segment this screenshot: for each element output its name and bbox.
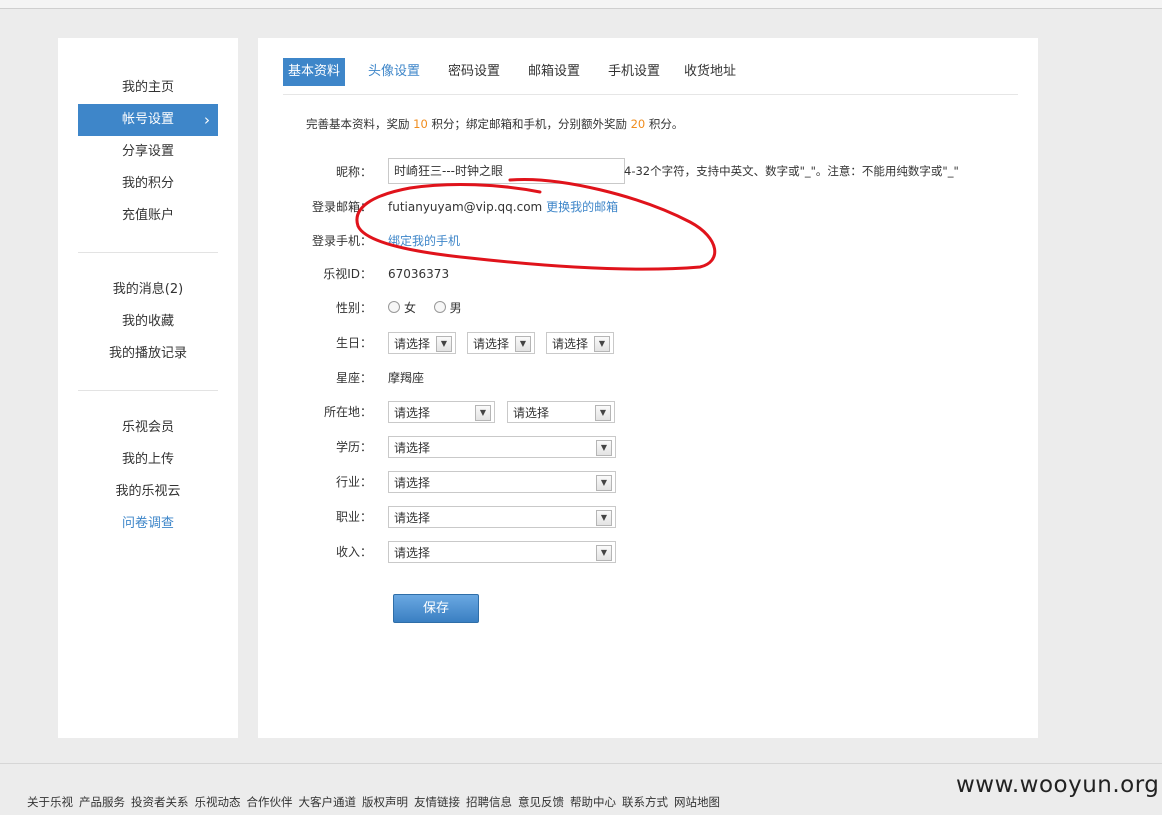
sidebar-item-points[interactable]: 我的积分 (78, 168, 218, 200)
footer-link[interactable]: 版权声明 (362, 795, 408, 809)
bind-phone-link[interactable]: 绑定我的手机 (388, 227, 460, 255)
id-row: 乐视ID： 67036373 (258, 260, 1038, 288)
industry-select[interactable]: 请选择 ▼ (388, 471, 616, 493)
footer-link[interactable]: 投资者关系 (131, 795, 189, 809)
phone-label: 登录手机： (311, 234, 372, 248)
chevron-down-icon: ▼ (515, 336, 531, 352)
chevron-down-icon: ▼ (595, 405, 611, 421)
email-label: 登录邮箱： (311, 200, 372, 214)
footer-divider (0, 763, 1162, 764)
industry-label: 行业： (335, 475, 372, 489)
change-email-link[interactable]: 更换我的邮箱 (546, 200, 618, 214)
footer-link[interactable]: 帮助中心 (570, 795, 616, 809)
top-bar (0, 0, 1162, 9)
sidebar-item-membership[interactable]: 乐视会员 (78, 412, 218, 444)
sidebar-item-account-settings[interactable]: 帐号设置 › (78, 104, 218, 136)
occupation-select[interactable]: 请选择 ▼ (388, 506, 616, 528)
reward-points: 10 (413, 117, 428, 131)
footer-link[interactable]: 合作伙伴 (247, 795, 293, 809)
sidebar: 我的主页 帐号设置 › 分享设置 我的积分 充值账户 我的消息(2) 我的收藏 … (58, 38, 238, 738)
tab-basic-info[interactable]: 基本资料 (283, 58, 346, 86)
reward-notice: 完善基本资料，奖励 10 积分；绑定邮箱和手机，分别额外奖励 20 积分。 (306, 117, 684, 131)
sidebar-item-label: 帐号设置 (121, 112, 174, 127)
constellation-label: 星座： (335, 371, 372, 385)
footer-link[interactable]: 招聘信息 (466, 795, 512, 809)
reward-points: 20 (630, 117, 646, 131)
sidebar-item-home[interactable]: 我的主页 (78, 72, 218, 104)
gender-female-radio[interactable] (388, 301, 400, 313)
footer-link[interactable]: 产品服务 (79, 795, 125, 809)
tab-password[interactable]: 密码设置 (448, 58, 500, 86)
sidebar-item-favorites[interactable]: 我的收藏 (78, 306, 218, 338)
id-label: 乐视ID： (323, 267, 372, 281)
nickname-row: 昵称： 4-32个字符，支持中英文、数字或"_"。注意：不能用纯数字或"_" (258, 158, 1038, 186)
income-select[interactable]: 请选择 ▼ (388, 541, 616, 563)
income-row: 收入： 请选择 ▼ (258, 538, 1038, 566)
education-label: 学历： (335, 440, 372, 454)
location-label: 所在地： (323, 405, 372, 419)
footer-link[interactable]: 网站地图 (674, 795, 720, 809)
chevron-down-icon: ▼ (436, 336, 452, 352)
nickname-label: 昵称： (335, 165, 372, 179)
sidebar-item-survey[interactable]: 问卷调查 (78, 508, 218, 540)
birthday-month-select[interactable]: 请选择 ▼ (467, 332, 535, 354)
sidebar-item-uploads[interactable]: 我的上传 (78, 444, 218, 476)
phone-row: 登录手机： 绑定我的手机 (258, 227, 1038, 255)
occupation-row: 职业： 请选择 ▼ (258, 503, 1038, 531)
gender-male-radio[interactable] (433, 301, 446, 313)
occupation-label: 职业： (335, 510, 372, 524)
chevron-down-icon: ▼ (475, 405, 491, 421)
tab-avatar[interactable]: 头像设置 (368, 58, 420, 86)
footer-link[interactable]: 乐视动态 (195, 795, 241, 809)
education-row: 学历： 请选择 ▼ (258, 433, 1038, 461)
location-row: 所在地： 请选择 ▼ 请选择 ▼ (258, 398, 1038, 426)
chevron-down-icon: ▼ (596, 475, 612, 491)
province-select[interactable]: 请选择 ▼ (388, 401, 495, 423)
save-button[interactable]: 保存 (393, 594, 479, 623)
main-panel: 基本资料 头像设置 密码设置 邮箱设置 手机设置 收货地址 完善基本资料，奖励 … (258, 38, 1038, 738)
chevron-down-icon: ▼ (596, 510, 612, 526)
sidebar-item-cloud[interactable]: 我的乐视云 (78, 476, 218, 508)
footer-link[interactable]: 关于乐视 (27, 795, 73, 809)
chevron-right-icon: › (204, 111, 210, 129)
tab-email[interactable]: 邮箱设置 (528, 58, 580, 86)
birthday-row: 生日： 请选择 ▼ 请选择 ▼ 请选择 ▼ (258, 329, 1038, 357)
gender-label: 性别： (335, 301, 372, 315)
constellation-value: 摩羯座 (388, 371, 425, 385)
chevron-down-icon: ▼ (596, 440, 612, 456)
chevron-down-icon: ▼ (596, 545, 612, 561)
footer-link[interactable]: 大客户通道 (299, 795, 357, 809)
industry-row: 行业： 请选择 ▼ (258, 468, 1038, 496)
education-select[interactable]: 请选择 ▼ (388, 436, 616, 458)
sidebar-item-share-settings[interactable]: 分享设置 (78, 136, 218, 168)
watermark: www.wooyun.org (956, 772, 1160, 798)
tab-bar: 基本资料 头像设置 密码设置 邮箱设置 手机设置 收货地址 (283, 58, 1018, 95)
birthday-day-select[interactable]: 请选择 ▼ (546, 332, 614, 354)
birthday-year-select[interactable]: 请选择 ▼ (388, 332, 456, 354)
footer-link[interactable]: 友情链接 (414, 795, 460, 809)
gender-options: 女 男 (388, 294, 462, 322)
birthday-label: 生日： (335, 336, 372, 350)
email-row: 登录邮箱： futianyuyam@vip.qq.com 更换我的邮箱 (258, 193, 1038, 221)
id-value: 67036373 (388, 267, 450, 281)
nickname-hint: 4-32个字符，支持中英文、数字或"_"。注意：不能用纯数字或"_" (624, 164, 959, 178)
tab-phone[interactable]: 手机设置 (608, 58, 660, 86)
footer-link[interactable]: 联系方式 (622, 795, 668, 809)
city-select[interactable]: 请选择 ▼ (507, 401, 615, 423)
tab-address[interactable]: 收货地址 (684, 58, 736, 86)
footer-link[interactable]: 意见反馈 (518, 795, 564, 809)
gender-row: 性别： 女 男 (258, 294, 1038, 322)
email-value: futianyuyam@vip.qq.com 更换我的邮箱 (388, 200, 619, 214)
constellation-row: 星座： 摩羯座 (258, 364, 1038, 392)
footer-links: 关于乐视 产品服务 投资者关系 乐视动态 合作伙伴 大客户通道 版权声明 友情链接 招聘信息 意见… (27, 794, 726, 810)
sidebar-item-play-history[interactable]: 我的播放记录 (78, 338, 218, 370)
income-label: 收入： (335, 545, 372, 559)
nickname-input[interactable] (388, 158, 625, 184)
sidebar-item-recharge[interactable]: 充值账户 (78, 200, 218, 232)
sidebar-item-messages[interactable]: 我的消息(2) (78, 274, 218, 306)
chevron-down-icon: ▼ (594, 336, 610, 352)
